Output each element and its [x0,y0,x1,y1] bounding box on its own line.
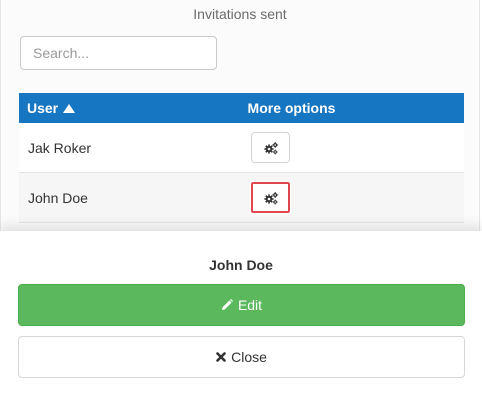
user-name: John Doe [28,190,88,206]
invitations-table: User More options Jak Roker John Doe [19,93,464,223]
pencil-icon [221,299,233,311]
more-options-button[interactable] [251,132,290,163]
close-button-label: Close [231,349,267,365]
user-name: Jak Roker [28,140,92,156]
sheet-title: John Doe [209,257,273,273]
edit-button[interactable]: Edit [18,284,465,326]
search-input[interactable] [20,36,217,70]
table-row: John Doe [19,173,464,223]
table-header: User More options [19,93,464,123]
page: Invitations sent User More options Jak R… [0,0,482,398]
panel-title: Invitations sent [193,6,287,22]
column-header-user[interactable]: User [19,100,76,116]
close-button[interactable]: Close [18,336,465,378]
close-icon [216,352,226,362]
column-header-user-label: User [27,100,59,116]
column-header-options: More options [247,100,336,116]
action-sheet: John Doe Edit Close [0,231,482,398]
sort-asc-icon [63,103,76,113]
more-options-button-highlighted[interactable] [250,181,291,214]
gears-icon [263,191,279,205]
table-row: Jak Roker [19,123,464,173]
invitations-panel: Invitations sent User More options Jak R… [0,0,480,232]
gears-icon [263,141,279,155]
edit-button-label: Edit [237,297,263,313]
